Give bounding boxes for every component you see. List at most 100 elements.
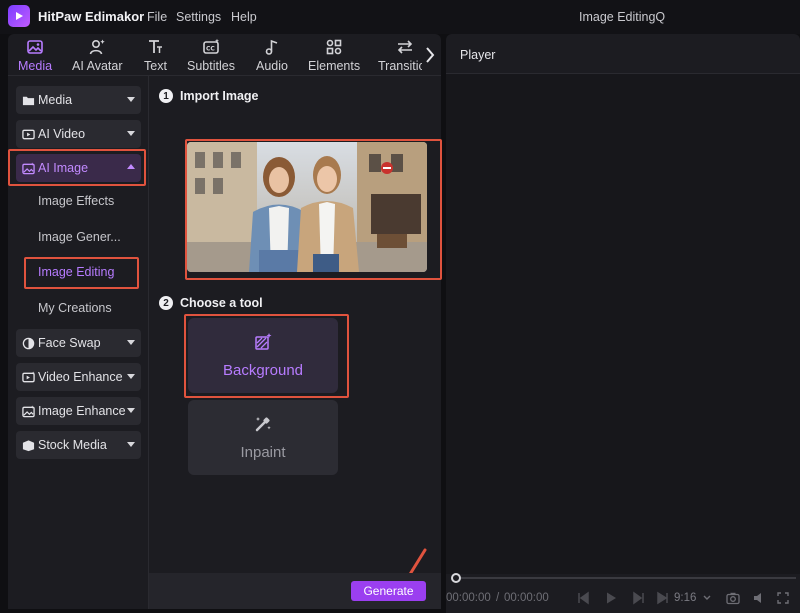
sidebar-item-label: AI Image (38, 161, 89, 175)
imported-image-preview[interactable] (187, 142, 427, 272)
tool-inpaint-button[interactable]: Inpaint (188, 400, 338, 475)
total-time: 00:00:00 (504, 592, 549, 604)
tab-label: AI Avatar (72, 59, 123, 73)
video-icon (21, 129, 35, 139)
playback-scrubber[interactable] (456, 577, 796, 579)
sidebar-item-image-enhance[interactable]: Image Enhance (16, 397, 141, 425)
chevron-down-icon (127, 408, 135, 413)
tab-label: Subtitles (187, 59, 235, 73)
chevron-down-icon (127, 97, 135, 102)
sidebar-item-label: Video Enhance (38, 370, 123, 384)
tab-transitions[interactable]: Transitio (378, 38, 422, 74)
ai-image-icon (21, 161, 35, 174)
subtitles-icon: CC (203, 38, 219, 54)
svg-text:CC: CC (206, 46, 215, 53)
street-photo (187, 142, 427, 272)
tool-label: Background (222, 362, 304, 379)
sidebar-subitem-image-generator[interactable]: Image Gener... (38, 230, 121, 244)
sidebar-item-label: AI Video (38, 127, 86, 141)
app-logo-icon (8, 5, 30, 27)
sidebar-item-face-swap[interactable]: Face Swap (16, 329, 141, 357)
sidebar-item-stock-media[interactable]: Stock Media (16, 431, 141, 459)
tab-label: Media (18, 59, 53, 73)
player-panel: Player 00:00:00 / 00:00:00 9:16 (446, 34, 800, 613)
chevron-down-icon (127, 340, 135, 345)
content-area: 1 Import Image 2 Choose a tool Backgroun… (149, 76, 442, 609)
sidebar: Media AI Video AI Image Image Effects Im… (8, 76, 149, 609)
tab-media[interactable]: Media (18, 38, 52, 74)
window-title: Image EditingQ (579, 10, 666, 24)
elements-icon (326, 39, 342, 55)
inpaint-tool-icon (255, 417, 271, 432)
transition-icon (397, 40, 413, 54)
sidebar-item-ai-image[interactable]: AI Image (16, 154, 141, 182)
step-choose-tool: 2 Choose a tool (159, 296, 263, 310)
left-panel: Media AI Avatar Text CC Subtitles Audio … (8, 34, 442, 609)
fullscreen-icon[interactable] (776, 591, 790, 605)
previous-frame-icon[interactable] (576, 591, 590, 605)
aspect-ratio[interactable]: 9:16 (674, 592, 696, 604)
sidebar-item-label: Stock Media (38, 438, 107, 452)
volume-icon[interactable] (752, 591, 766, 605)
tab-text[interactable]: Text (144, 38, 167, 74)
chevron-down-icon (127, 131, 135, 136)
sidebar-item-video-enhance[interactable]: Video Enhance (16, 363, 141, 391)
tab-label: Transitio (378, 59, 422, 73)
tool-background-button[interactable]: Background (188, 318, 338, 393)
stock-media-icon (22, 439, 34, 451)
tab-label: Elements (308, 59, 361, 73)
time-separator: / (496, 592, 500, 604)
title-bar: HitPaw Edimakor File Settings Help Image… (0, 0, 800, 34)
scrubber-handle[interactable] (451, 573, 461, 583)
folder-icon (22, 96, 34, 105)
sidebar-item-media[interactable]: Media (16, 86, 141, 114)
text-icon (149, 40, 163, 53)
background-tool-icon (255, 333, 272, 350)
play-icon[interactable] (604, 591, 618, 605)
chevron-down-icon (127, 374, 135, 379)
chevron-down-icon (127, 442, 135, 447)
sidebar-item-label: Image Enhance (38, 404, 126, 418)
next-frame-icon[interactable] (632, 591, 646, 605)
face-swap-icon (22, 337, 34, 349)
tab-label: Text (144, 59, 167, 73)
image-enhance-icon (21, 404, 35, 417)
avatar-icon (89, 39, 105, 55)
sidebar-item-label: Face Swap (38, 336, 101, 350)
menu-settings[interactable]: Settings (176, 10, 221, 24)
player-title: Player (460, 48, 496, 62)
video-enhance-icon (21, 370, 35, 382)
tab-elements[interactable]: Elements (308, 38, 360, 74)
sidebar-subitem-image-editing[interactable]: Image Editing (38, 265, 114, 279)
sidebar-subitem-my-creations[interactable]: My Creations (38, 301, 112, 315)
stop-icon[interactable] (656, 591, 670, 605)
step-number: 1 (159, 89, 173, 103)
step-label: Choose a tool (180, 296, 263, 310)
player-header: Player (446, 34, 800, 74)
dropdown-chevron-icon[interactable] (702, 591, 712, 605)
snapshot-camera-icon[interactable] (726, 591, 740, 605)
generate-button[interactable]: Generate (351, 581, 426, 601)
player-viewport (446, 74, 800, 574)
tool-label: Inpaint (240, 444, 286, 461)
current-time: 00:00:00 (446, 592, 491, 604)
image-icon (27, 40, 43, 54)
menu-file[interactable]: File (147, 10, 167, 24)
step-label: Import Image (180, 89, 259, 103)
tab-subtitles[interactable]: CC Subtitles (187, 38, 235, 74)
menu-help[interactable]: Help (231, 10, 257, 24)
step-number: 2 (159, 296, 173, 310)
tabs-scroll-right-icon[interactable] (422, 44, 438, 66)
tab-bar: Media AI Avatar Text CC Subtitles Audio … (8, 34, 441, 76)
tab-audio[interactable]: Audio (256, 38, 288, 74)
app-name: HitPaw Edimakor (38, 9, 145, 24)
tab-label: Audio (256, 59, 288, 73)
music-note-icon (265, 39, 278, 55)
sidebar-item-label: Media (38, 93, 73, 107)
sidebar-subitem-image-effects[interactable]: Image Effects (38, 194, 114, 208)
chevron-up-icon (127, 164, 135, 169)
sidebar-item-ai-video[interactable]: AI Video (16, 120, 141, 148)
tab-ai-avatar[interactable]: AI Avatar (72, 38, 123, 74)
bottom-action-bar: Generate (149, 573, 441, 609)
step-import-image: 1 Import Image (159, 89, 259, 103)
